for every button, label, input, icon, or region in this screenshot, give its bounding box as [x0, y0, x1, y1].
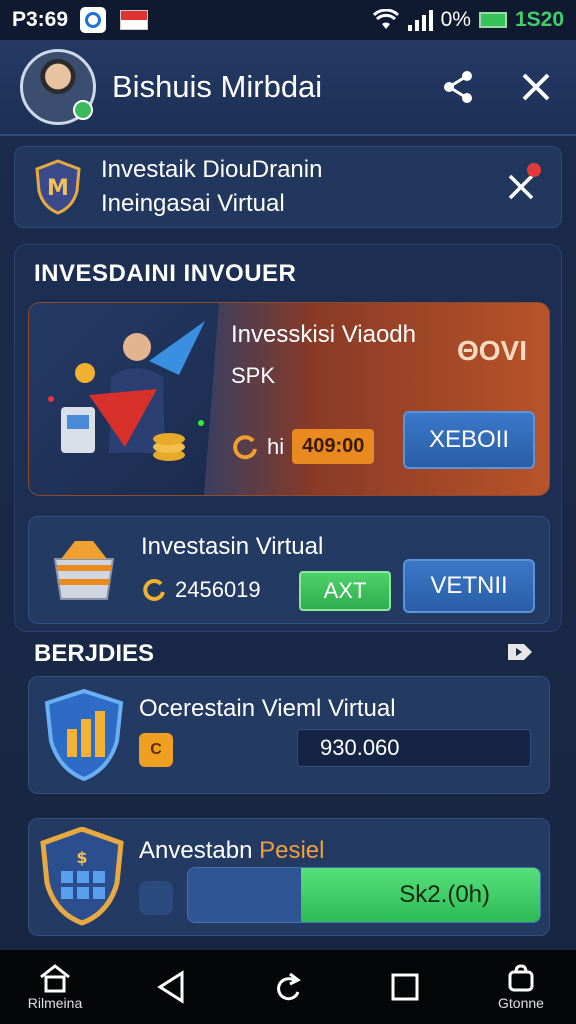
nav-profile[interactable]: Gtonne [486, 963, 556, 1011]
progress-bar-label: Sk2.(0h) [399, 881, 490, 908]
share-icon [444, 71, 472, 103]
promo-price-value: 409:00 [292, 429, 375, 464]
small-badge-icon [139, 881, 173, 915]
nav-profile-label: Gtonne [498, 995, 544, 1011]
status-clock: 1S20 [514, 8, 564, 31]
notice-close-button[interactable] [501, 163, 541, 207]
status-right: 0% 1S20 [372, 8, 564, 32]
promo-subtitle: SPK [231, 363, 276, 388]
status-time: P3:69 [12, 8, 69, 31]
refresh-icon [143, 578, 165, 601]
promo-price: hi 409:00 [231, 429, 375, 464]
share-button[interactable] [438, 67, 478, 107]
nav-recents[interactable] [370, 972, 440, 1002]
card2-value-field[interactable]: 930.060 [297, 729, 531, 767]
shield-grid-icon: $ [40, 827, 124, 926]
card3-title-main: Anvestabn [139, 837, 253, 864]
invest-green-button[interactable]: AXT [299, 571, 391, 611]
notice-line-2: Ineingasai Virtual [101, 190, 285, 217]
progress-card[interactable]: $ Anvestabn Pesiel Sk2.(0h) [28, 818, 550, 936]
bag-icon [508, 964, 534, 992]
avatar[interactable] [20, 49, 96, 125]
flag-icon [120, 10, 149, 30]
basket-icon [53, 541, 115, 600]
section-title: INVESDAINI INVOUER [34, 260, 297, 287]
promo-price-prefix: hi [267, 433, 285, 459]
back-triangle-icon [156, 970, 183, 1004]
progress-bar[interactable]: Sk2.(0h) [187, 867, 541, 923]
app-header: Bishuis Mirbdai [0, 40, 576, 136]
virtual-card[interactable]: Ocerestain Vieml Virtual C 930.060 [28, 676, 550, 794]
battery-percent: 0% [440, 8, 471, 31]
section2-title: BERJDIES [34, 640, 155, 667]
invest-value: 2456019 [141, 577, 261, 603]
svg-text:M: M [47, 176, 69, 201]
svg-text:$: $ [76, 848, 87, 867]
invest-title: Investasin Virtual [141, 533, 324, 560]
rotate-icon [277, 972, 301, 1001]
promo-card[interactable]: Invesskisi Viaodh SPK ΘOVI hi 409:00 XEB… [28, 302, 550, 496]
notice-text: Investaik DiouDranin Ineingasai Virtual [101, 153, 322, 221]
coin-icon: C [139, 733, 173, 767]
close-icon [522, 73, 550, 101]
nav-home[interactable]: Rilmeina [20, 963, 90, 1011]
invest-value-text: 2456019 [175, 577, 261, 602]
card3-title-accent: Pesiel [259, 837, 325, 864]
investor-illustration-icon [48, 321, 205, 461]
nav-rotate[interactable] [253, 970, 323, 1004]
home-icon [40, 964, 70, 993]
invest-action-button[interactable]: VETNII [403, 559, 535, 613]
card2-title: Ocerestain Vieml Virtual [139, 695, 396, 722]
shield-chart-icon [44, 689, 124, 782]
app-notification-icon [80, 7, 107, 33]
tag-arrow-icon[interactable] [506, 640, 534, 664]
shield-m-icon: M [35, 159, 81, 215]
online-badge-icon [73, 100, 93, 120]
card3-title: Anvestabn Pesiel [139, 837, 324, 865]
page-title: Bishuis Mirbdai [112, 69, 323, 104]
header-actions [438, 67, 556, 107]
signal-icon [407, 10, 433, 31]
promo-action-button[interactable]: XEBOII [403, 411, 535, 469]
card2-value: 930.060 [320, 735, 400, 760]
wifi-icon [372, 9, 399, 29]
invest-card[interactable]: Investasin Virtual 2456019 AXT VETNII [28, 516, 550, 624]
square-icon [391, 973, 418, 1001]
notice-line-1: Investaik DiouDranin [101, 156, 323, 183]
nav-back[interactable] [137, 970, 207, 1004]
refresh-icon [233, 434, 257, 459]
battery-icon [478, 12, 507, 28]
promo-badge: ΘOVI [456, 335, 527, 366]
notice-banner[interactable]: M Investaik DiouDranin Ineingasai Virtua… [14, 146, 562, 228]
close-button[interactable] [516, 67, 556, 107]
promo-name: Invesskisi Viaodh [231, 321, 416, 348]
nav-home-label: Rilmeina [27, 995, 83, 1011]
promo-illustration [29, 303, 219, 495]
status-bar: P3:69 0% 1S20 [0, 0, 576, 40]
system-navbar: Rilmeina Gtonne [0, 950, 576, 1024]
notification-dot-icon [527, 163, 541, 177]
